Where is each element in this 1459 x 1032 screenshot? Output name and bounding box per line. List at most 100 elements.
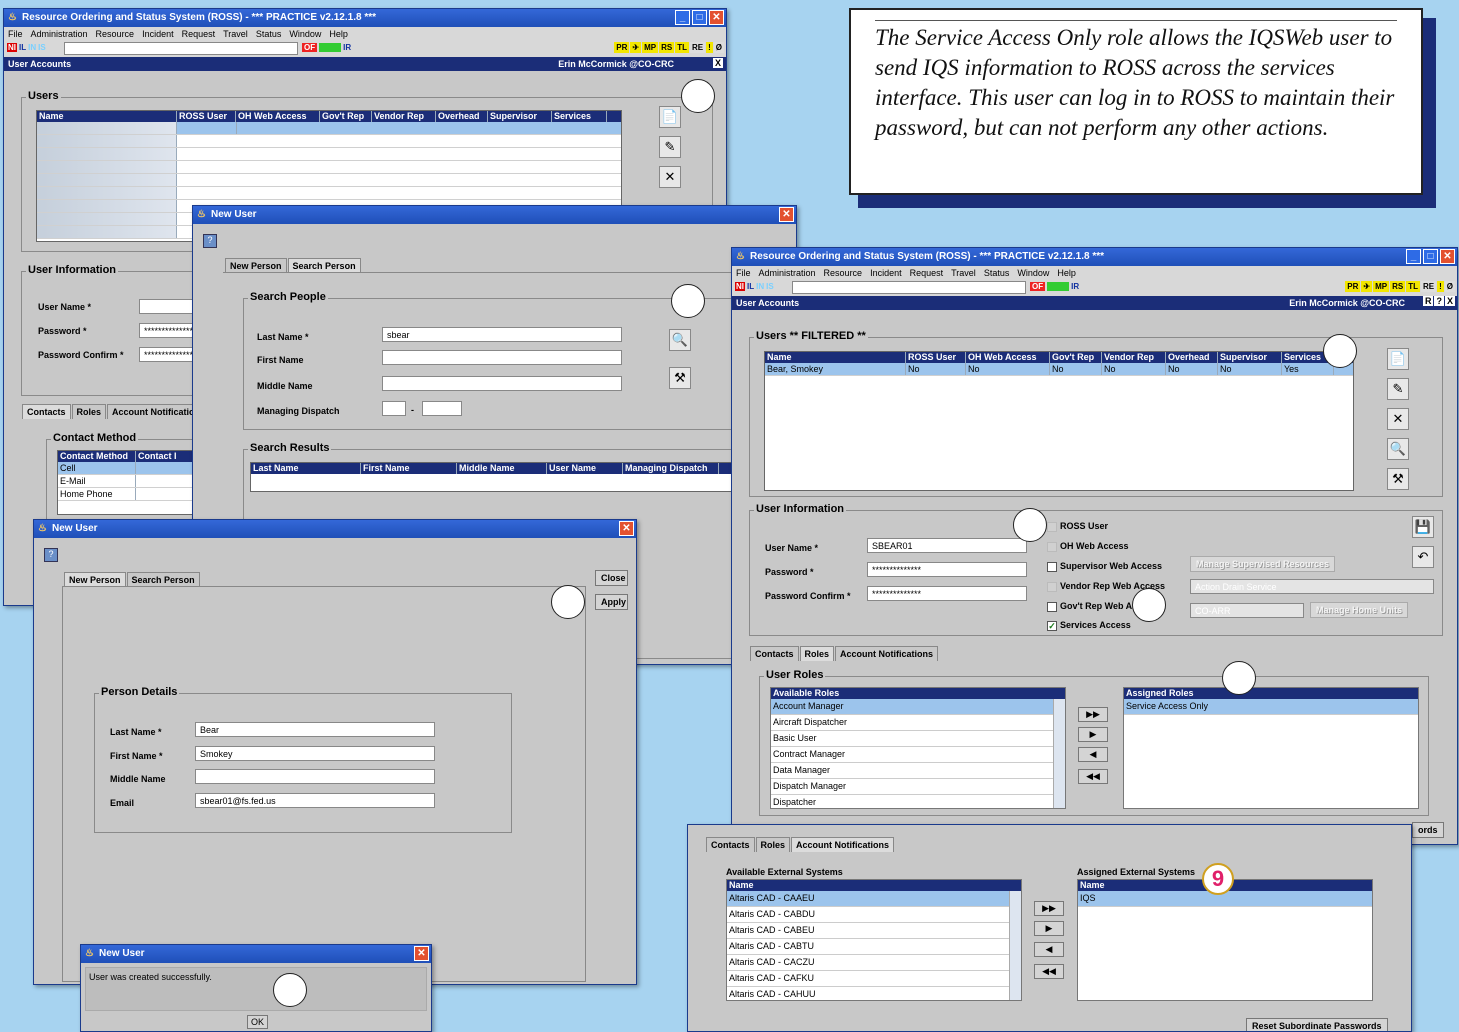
table-row[interactable]: Home Phone (58, 488, 206, 501)
manage-supervised-button[interactable]: Manage Supervised Resources (1190, 556, 1336, 572)
last-name-field[interactable]: Bear (195, 722, 435, 737)
col-oh-web[interactable]: OH Web Access (966, 352, 1050, 363)
tab-account-notifications[interactable]: Account Notificatio (107, 404, 200, 419)
close-icon[interactable]: ✕ (619, 521, 634, 536)
menu-resource[interactable]: Resource (96, 29, 135, 39)
col-name[interactable]: Name (37, 111, 177, 122)
menu-administration[interactable]: Administration (759, 268, 816, 278)
remove-icon[interactable]: ◀ (1078, 747, 1108, 762)
badge-tl[interactable]: TL (675, 42, 689, 53)
tab-roles[interactable]: Roles (755, 837, 791, 852)
undo-icon[interactable]: ↶ (1412, 546, 1434, 568)
password-field[interactable]: ************** (867, 562, 1027, 577)
close-icon[interactable]: ✕ (779, 207, 794, 222)
incident-combo[interactable] (792, 281, 1026, 294)
tab-roles[interactable]: Roles (71, 404, 107, 419)
supervisor-web-checkbox[interactable]: Supervisor Web Access (1047, 561, 1162, 572)
badge-plane-icon[interactable]: ✈ (1361, 281, 1373, 292)
tab-new-person[interactable]: New Person (225, 258, 287, 273)
list-item[interactable]: Dispatcher (771, 795, 1065, 808)
list-item[interactable]: Dispatch Manager (771, 779, 1065, 795)
table-row[interactable] (37, 187, 621, 200)
badge-alert[interactable]: ! (706, 42, 713, 53)
badge-re[interactable]: RE (1420, 281, 1437, 292)
tab-contacts[interactable]: Contacts (22, 404, 71, 419)
toolbar-green[interactable] (319, 43, 342, 52)
menu-status[interactable]: Status (256, 29, 282, 39)
filtered-title-bar[interactable]: ♨ Resource Ordering and Status System (R… (732, 248, 1457, 266)
toolbar-of[interactable]: OF (302, 43, 318, 52)
toolbar-il[interactable]: IL (19, 43, 26, 52)
new-person-title-bar[interactable]: ♨ New User ✕ (34, 520, 636, 538)
col-overhead[interactable]: Overhead (436, 111, 488, 122)
password-confirm-field[interactable]: ************** (867, 586, 1027, 601)
badge-pr[interactable]: PR (614, 42, 630, 53)
menu-file[interactable]: File (8, 29, 23, 39)
badge-mp[interactable]: MP (1373, 281, 1390, 292)
col-overhead[interactable]: Overhead (1166, 352, 1218, 363)
table-row[interactable]: E-Mail (58, 475, 206, 488)
clear-icon[interactable]: ⚒ (1387, 468, 1409, 490)
menu-travel[interactable]: Travel (223, 29, 248, 39)
first-name-field[interactable]: Smokey (195, 746, 435, 761)
table-row[interactable] (37, 135, 621, 148)
toolbar-ir[interactable]: IR (1071, 282, 1079, 291)
clear-icon[interactable]: ⚒ (669, 367, 691, 389)
table-row[interactable] (37, 174, 621, 187)
search-icon[interactable]: 🔍 (669, 329, 691, 351)
col-services[interactable]: Services (552, 111, 607, 122)
badge-null[interactable]: Ø (713, 42, 724, 53)
menu-incident[interactable]: Incident (870, 268, 902, 278)
unit-select[interactable]: CO-ARR (1190, 603, 1304, 618)
manage-home-units-button[interactable]: Manage Home Units (1310, 602, 1409, 618)
close-button[interactable]: Close (595, 570, 628, 586)
table-row[interactable] (37, 148, 621, 161)
menu-request[interactable]: Request (182, 29, 216, 39)
new-user-icon[interactable]: 📄 (1387, 348, 1409, 370)
list-item[interactable]: Altaris CAD - CAAEU (727, 891, 1021, 907)
col-user-name[interactable]: User Name (547, 463, 623, 474)
badge-alert[interactable]: ! (1437, 281, 1444, 292)
menu-administration[interactable]: Administration (31, 29, 88, 39)
menu-window[interactable]: Window (1017, 268, 1049, 278)
toolbar-in[interactable]: IN (28, 43, 36, 52)
list-item[interactable]: Service Access Only (1124, 699, 1418, 715)
add-all-icon[interactable]: ▶▶ (1078, 707, 1108, 722)
badge-rs[interactable]: RS (659, 42, 675, 53)
col-name[interactable]: Name (765, 352, 906, 363)
list-item[interactable]: Altaris CAD - CAFKU (727, 971, 1021, 987)
badge-null[interactable]: Ø (1444, 281, 1455, 292)
tab-account-notifications[interactable]: Account Notifications (835, 646, 939, 661)
close-icon[interactable]: ✕ (1440, 249, 1455, 264)
tab-search-person[interactable]: Search Person (126, 572, 200, 587)
edit-user-icon[interactable]: ✎ (1387, 378, 1409, 400)
tab-contacts[interactable]: Contacts (750, 646, 799, 661)
ok-button[interactable]: OK (247, 1015, 269, 1029)
list-item[interactable]: IQS (1078, 891, 1372, 907)
toolbar-in[interactable]: IN (756, 282, 764, 291)
toolbar-of[interactable]: OF (1030, 282, 1046, 291)
partial-reset-button[interactable]: ords (1412, 822, 1444, 838)
list-item[interactable]: Altaris CAD - CABTU (727, 939, 1021, 955)
table-row[interactable]: Bear, Smokey No No No No No No Yes (765, 363, 1353, 376)
col-ross-user[interactable]: ROSS User (906, 352, 966, 363)
menu-help[interactable]: Help (329, 29, 348, 39)
list-item[interactable]: Altaris CAD - CAHUU (727, 987, 1021, 1000)
menu-travel[interactable]: Travel (951, 268, 976, 278)
tab-roles[interactable]: Roles (799, 646, 835, 661)
tab-contacts[interactable]: Contacts (706, 837, 755, 852)
col-govt-rep[interactable]: Gov't Rep (1050, 352, 1102, 363)
list-item[interactable]: Altaris CAD - CACZU (727, 955, 1021, 971)
menu-request[interactable]: Request (910, 268, 944, 278)
section-close[interactable]: X (1444, 296, 1455, 306)
badge-tl[interactable]: TL (1406, 281, 1420, 292)
delete-user-icon[interactable]: ✕ (1387, 408, 1409, 430)
section-restore[interactable]: R (1422, 296, 1434, 306)
maximize-icon[interactable]: □ (692, 10, 707, 25)
tab-new-person[interactable]: New Person (64, 572, 126, 587)
dispatch-prefix-field[interactable] (382, 401, 406, 416)
menu-help[interactable]: Help (1057, 268, 1076, 278)
add-all-icon[interactable]: ▶▶ (1034, 901, 1064, 916)
add-icon[interactable]: ▶ (1078, 727, 1108, 742)
badge-re[interactable]: RE (689, 42, 706, 53)
